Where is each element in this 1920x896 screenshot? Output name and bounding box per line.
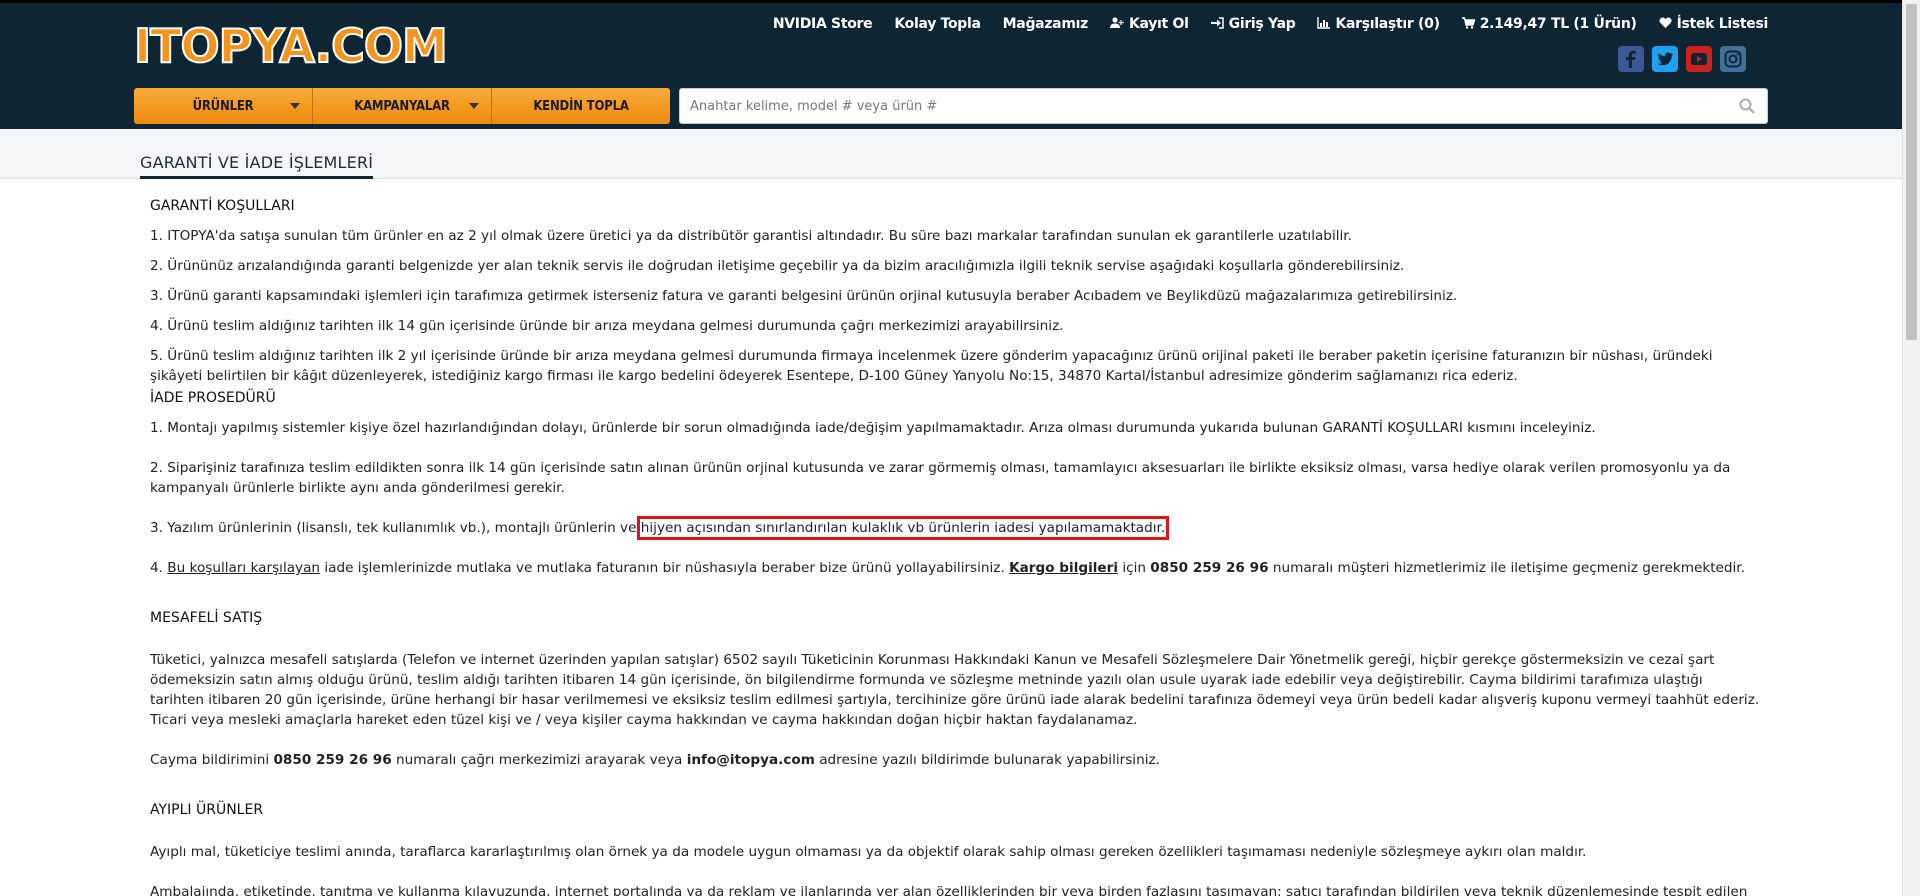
distance-sales-heading: MESAFELİ SATIŞ: [150, 610, 263, 626]
main-content: GARANTİ KOŞULLARI 1. ITOPYA'da satışa su…: [150, 196, 1760, 896]
nav-compare-label: Karşılaştır (0): [1335, 16, 1440, 32]
sign-in-icon: [1210, 16, 1224, 32]
returns-item-2: 2. Siparişiniz tarafınıza teslim edildik…: [150, 460, 1731, 496]
youtube-icon[interactable]: [1686, 46, 1712, 72]
facebook-icon[interactable]: [1618, 46, 1644, 72]
nav-login[interactable]: Giriş Yap: [1210, 16, 1296, 32]
nav-magazamiz[interactable]: Mağazamız: [1002, 16, 1089, 32]
search-icon[interactable]: [1739, 98, 1755, 114]
nav-nvidia-store-label: NVIDIA Store: [772, 16, 873, 32]
cancellation-mid: numaralı çağrı merkezimizi arayarak veya: [391, 752, 687, 768]
nav-wishlist-label: İstek Listesi: [1676, 16, 1769, 32]
top-nav: NVIDIA Store Kolay Topla Mağazamız Kayıt…: [773, 15, 1768, 33]
warranty-item-4: 4. Ürünü teslim aldığınız tarihten ilk 1…: [150, 318, 1064, 334]
returns-item-4-mid: iade işlemlerinizde mutlaka ve mutlaka f…: [320, 560, 1010, 576]
support-email: info@itopya.com: [686, 752, 815, 768]
distance-sales-paragraph: Tüketici, yalnızca mesafeli satışlarda (…: [150, 652, 1760, 728]
social-links: [1618, 46, 1746, 72]
site-header: ITOPYA.COM NVIDIA Store Kolay Topla Mağa…: [0, 0, 1902, 129]
cancellation-end: adresine yazılı bildirimde bulunarak yap…: [814, 752, 1160, 768]
nav-compare[interactable]: Karşılaştır (0): [1317, 16, 1440, 32]
shipping-info-link[interactable]: Kargo bilgileri: [1009, 560, 1118, 576]
page-title: GARANTİ VE İADE İŞLEMLERİ: [140, 153, 374, 179]
bar-chart-icon: [1317, 16, 1331, 32]
main-navbar: ÜRÜNLER KAMPANYALAR KENDİN TOPLA: [134, 88, 670, 124]
chevron-down-icon: [469, 103, 479, 109]
chevron-down-icon: [290, 103, 300, 109]
returns-item-1: 1. Montajı yapılmış sistemler kişiye öze…: [150, 420, 1596, 436]
scrollbar-thumb[interactable]: [1906, 4, 1917, 340]
itopya-logo[interactable]: ITOPYA.COM: [133, 18, 449, 74]
warranty-item-2: 2. Ürününüz arızalandığında garanti belg…: [150, 258, 1405, 274]
products-menu-button[interactable]: ÜRÜNLER: [134, 88, 313, 124]
warranty-item-3: 3. Ürünü garanti kapsamındaki işlemleri …: [150, 288, 1458, 304]
nav-register[interactable]: Kayıt Ol: [1109, 16, 1189, 32]
build-your-own-button[interactable]: KENDİN TOPLA: [492, 88, 670, 124]
defective-products-heading: AYIPLI ÜRÜNLER: [150, 802, 264, 818]
products-menu-label: ÜRÜNLER: [192, 98, 254, 114]
campaigns-menu-button[interactable]: KAMPANYALAR: [313, 88, 492, 124]
warranty-item-5: 5. Ürünü teslim aldığınız tarihten ilk 2…: [150, 348, 1713, 384]
build-your-own-label: KENDİN TOPLA: [533, 98, 629, 114]
nav-kolay-topla-label: Kolay Topla: [894, 16, 981, 32]
cart-icon: [1461, 16, 1476, 32]
returns-item-3-text: 3. Yazılım ürünlerinin (lisanslı, tek ku…: [150, 520, 641, 536]
twitter-icon[interactable]: [1652, 46, 1678, 72]
returns-item-4-end: numaralı müşteri hizmetlerimiz ile ileti…: [1268, 560, 1745, 576]
returns-item-4-mid2: için: [1118, 560, 1151, 576]
page-scrollbar[interactable]: [1902, 0, 1920, 896]
heart-icon: [1659, 16, 1672, 32]
nav-cart[interactable]: 2.149,47 TL (1 Ürün): [1461, 16, 1637, 32]
nav-register-label: Kayıt Ol: [1128, 16, 1189, 32]
logo-text: ITOPYA.COM: [133, 18, 449, 74]
returns-item-4: 4. Bu koşulları karşılayan iade işlemler…: [150, 558, 1760, 578]
highlighted-text: hijyen açısından sınırlandırılan kulaklı…: [636, 516, 1170, 540]
returns-heading: İADE PROSEDÜRÜ: [150, 390, 276, 406]
instagram-icon[interactable]: [1720, 46, 1746, 72]
nav-nvidia-store[interactable]: NVIDIA Store: [773, 16, 873, 32]
search-input[interactable]: [680, 89, 1767, 123]
search-box: [679, 88, 1768, 124]
defective-paragraph-1: Ayıplı mal, tüketiciye teslimi anında, t…: [150, 844, 1587, 860]
cancellation-pre: Cayma bildirimini: [150, 752, 274, 768]
call-center-phone: 0850 259 26 96: [273, 752, 392, 768]
cancellation-notice: Cayma bildirimini 0850 259 26 96 numaral…: [150, 750, 1760, 770]
defective-paragraph-2: Ambalajında, etiketinde, tanıtma ve kull…: [150, 884, 1748, 896]
nav-login-label: Giriş Yap: [1228, 16, 1296, 32]
campaigns-menu-label: KAMPANYALAR: [354, 98, 450, 114]
returns-item-4-num: 4.: [150, 560, 168, 576]
conditions-link[interactable]: Bu koşulları karşılayan: [167, 560, 320, 576]
warranty-item-1: 1. ITOPYA'da satışa sunulan tüm ürünler …: [150, 228, 1352, 244]
returns-item-3: 3. Yazılım ürünlerinin (lisanslı, tek ku…: [150, 516, 1760, 540]
customer-service-phone: 0850 259 26 96: [1150, 560, 1269, 576]
nav-magazamiz-label: Mağazamız: [1002, 16, 1089, 32]
user-plus-icon: [1109, 16, 1124, 32]
top-border: [0, 0, 1902, 3]
nav-kolay-topla[interactable]: Kolay Topla: [894, 16, 981, 32]
nav-wishlist[interactable]: İstek Listesi: [1659, 16, 1768, 32]
nav-cart-label: 2.149,47 TL (1 Ürün): [1479, 16, 1637, 32]
warranty-heading: GARANTİ KOŞULLARI: [150, 198, 295, 214]
